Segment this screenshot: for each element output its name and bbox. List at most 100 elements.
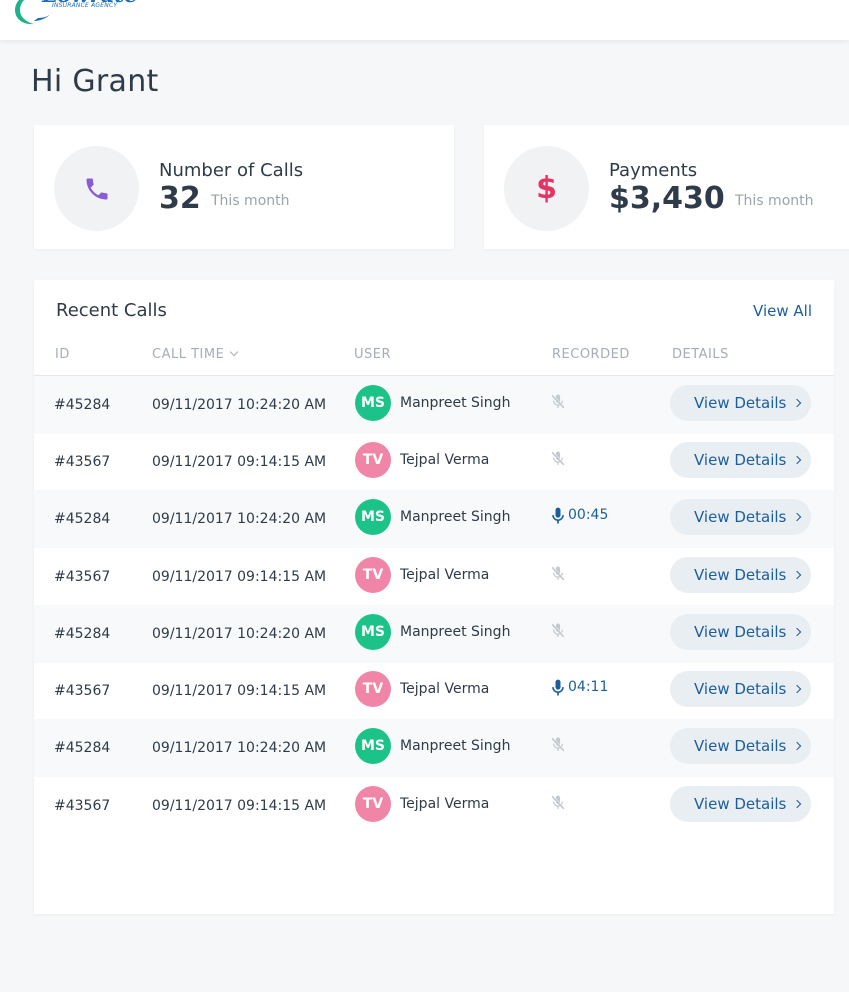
view-details-button[interactable]: View Details bbox=[670, 728, 811, 764]
chevron-right-icon bbox=[793, 684, 802, 694]
user-name: Tejpal Verma bbox=[400, 567, 490, 583]
view-details-label: View Details bbox=[694, 623, 787, 641]
column-header-call-time[interactable]: CALL TIME bbox=[152, 347, 239, 362]
user-name: Manpreet Singh bbox=[400, 738, 511, 754]
view-details-label: View Details bbox=[694, 566, 787, 584]
chevron-right-icon bbox=[793, 627, 802, 637]
table-row[interactable]: #45284 09/11/2017 10:24:20 AM MS Manpreet S… bbox=[34, 605, 834, 663]
call-id: #45284 bbox=[54, 511, 111, 527]
avatar: TV bbox=[355, 671, 391, 707]
view-details-button[interactable]: View Details bbox=[670, 671, 811, 707]
column-header-recorded[interactable]: RECORDED bbox=[552, 347, 630, 362]
call-time: 09/11/2017 09:14:15 AM bbox=[152, 454, 327, 470]
phone-icon bbox=[86, 178, 107, 199]
microphone-off-icon bbox=[551, 795, 565, 810]
call-id: #45284 bbox=[54, 740, 111, 756]
avatar: MS bbox=[355, 728, 391, 764]
payments-amount: $3,430 bbox=[609, 181, 725, 216]
call-time: 09/11/2017 09:14:15 AM bbox=[152, 683, 327, 699]
view-details-label: View Details bbox=[694, 508, 787, 526]
user-name: Tejpal Verma bbox=[400, 681, 490, 697]
view-all-link[interactable]: View All bbox=[753, 302, 812, 320]
calls-icon-circle bbox=[54, 146, 139, 231]
avatar: TV bbox=[355, 557, 391, 593]
table-row[interactable]: #43567 09/11/2017 09:14:15 AM TV Tejpal Ver… bbox=[34, 663, 834, 719]
user-name: Manpreet Singh bbox=[400, 509, 511, 525]
page-greeting: Hi Grant bbox=[31, 64, 159, 99]
call-time: 09/11/2017 10:24:20 AM bbox=[152, 397, 327, 413]
call-time: 09/11/2017 10:24:20 AM bbox=[152, 626, 327, 642]
avatar: TV bbox=[355, 786, 391, 822]
recording-duration[interactable]: 00:45 bbox=[568, 507, 608, 523]
call-time: 09/11/2017 09:14:15 AM bbox=[152, 798, 327, 814]
user-name: Manpreet Singh bbox=[400, 624, 511, 640]
call-time: 09/11/2017 09:14:15 AM bbox=[152, 569, 327, 585]
view-details-label: View Details bbox=[694, 451, 787, 469]
recording-duration[interactable]: 04:11 bbox=[568, 679, 608, 695]
chevron-right-icon bbox=[793, 741, 802, 751]
recent-calls-panel: Recent Calls View All ID CALL TIME USER … bbox=[34, 280, 834, 914]
call-id: #45284 bbox=[54, 626, 111, 642]
table-row[interactable]: #43567 09/11/2017 09:14:15 AM TV Tejpal Ver… bbox=[34, 548, 834, 605]
view-details-label: View Details bbox=[694, 394, 787, 412]
call-time: 09/11/2017 10:24:20 AM bbox=[152, 511, 327, 527]
view-details-button[interactable]: View Details bbox=[670, 557, 811, 593]
microphone-off-icon bbox=[551, 737, 565, 752]
user-name: Tejpal Verma bbox=[400, 452, 490, 468]
microphone-icon[interactable] bbox=[548, 505, 568, 527]
sort-chevron-down-icon bbox=[230, 347, 239, 357]
chevron-right-icon bbox=[793, 512, 802, 522]
recent-calls-title: Recent Calls bbox=[56, 300, 167, 321]
microphone-off-icon bbox=[551, 394, 565, 409]
microphone-off-icon bbox=[551, 451, 565, 466]
avatar: TV bbox=[355, 442, 391, 478]
chevron-right-icon bbox=[793, 455, 802, 465]
column-header-call-time-label: CALL TIME bbox=[152, 347, 225, 362]
view-details-button[interactable]: View Details bbox=[670, 442, 811, 478]
payments-icon-circle: $ bbox=[504, 146, 589, 231]
top-bar: Lowrate INSURANCE AGENCY bbox=[0, 0, 849, 40]
microphone-off-icon bbox=[551, 566, 565, 581]
table-row[interactable]: #45284 09/11/2017 10:24:20 AM MS Manpreet S… bbox=[34, 719, 834, 777]
avatar: MS bbox=[355, 499, 391, 535]
chevron-right-icon bbox=[793, 799, 802, 809]
brand-logo[interactable]: Lowrate INSURANCE AGENCY bbox=[12, 0, 138, 26]
column-header-id[interactable]: ID bbox=[55, 347, 70, 362]
view-details-label: View Details bbox=[694, 737, 787, 755]
user-name: Tejpal Verma bbox=[400, 796, 490, 812]
calls-label: Number of Calls bbox=[159, 160, 304, 181]
avatar: MS bbox=[355, 614, 391, 650]
user-name: Manpreet Singh bbox=[400, 395, 511, 411]
view-details-button[interactable]: View Details bbox=[670, 786, 811, 822]
table-row[interactable]: #43567 09/11/2017 09:14:15 AM TV Tejpal Ver… bbox=[34, 777, 834, 834]
calls-stat-card: Number of Calls 32 This month bbox=[34, 125, 454, 249]
calls-period: This month bbox=[211, 193, 290, 209]
dollar-icon: $ bbox=[536, 171, 557, 206]
avatar: MS bbox=[355, 385, 391, 421]
calls-count: 32 bbox=[159, 181, 201, 216]
column-header-details: DETAILS bbox=[672, 347, 729, 362]
view-details-label: View Details bbox=[694, 680, 787, 698]
microphone-off-icon bbox=[551, 623, 565, 638]
table-row[interactable]: #43567 09/11/2017 09:14:15 AM TV Tejpal Ver… bbox=[34, 434, 834, 490]
view-details-button[interactable]: View Details bbox=[670, 385, 811, 421]
column-header-user[interactable]: USER bbox=[354, 347, 391, 362]
call-id: #45284 bbox=[54, 397, 111, 413]
call-id: #43567 bbox=[54, 569, 111, 585]
payments-period: This month bbox=[735, 193, 814, 209]
view-details-label: View Details bbox=[694, 795, 787, 813]
view-details-button[interactable]: View Details bbox=[670, 499, 811, 535]
payments-stat-card: $ Payments $3,430 This month bbox=[484, 125, 849, 249]
microphone-icon[interactable] bbox=[548, 677, 568, 699]
table-row[interactable]: #45284 09/11/2017 10:24:20 AM MS Manpreet S… bbox=[34, 376, 834, 434]
chevron-right-icon bbox=[793, 398, 802, 408]
call-time: 09/11/2017 10:24:20 AM bbox=[152, 740, 327, 756]
view-details-button[interactable]: View Details bbox=[670, 614, 811, 650]
call-id: #43567 bbox=[54, 798, 111, 814]
logo-tagline: INSURANCE AGENCY bbox=[52, 2, 118, 9]
call-id: #43567 bbox=[54, 454, 111, 470]
payments-label: Payments bbox=[609, 160, 698, 181]
chevron-right-icon bbox=[793, 570, 802, 580]
table-row[interactable]: #45284 09/11/2017 10:24:20 AM MS Manpreet S… bbox=[34, 490, 834, 548]
call-id: #43567 bbox=[54, 683, 111, 699]
